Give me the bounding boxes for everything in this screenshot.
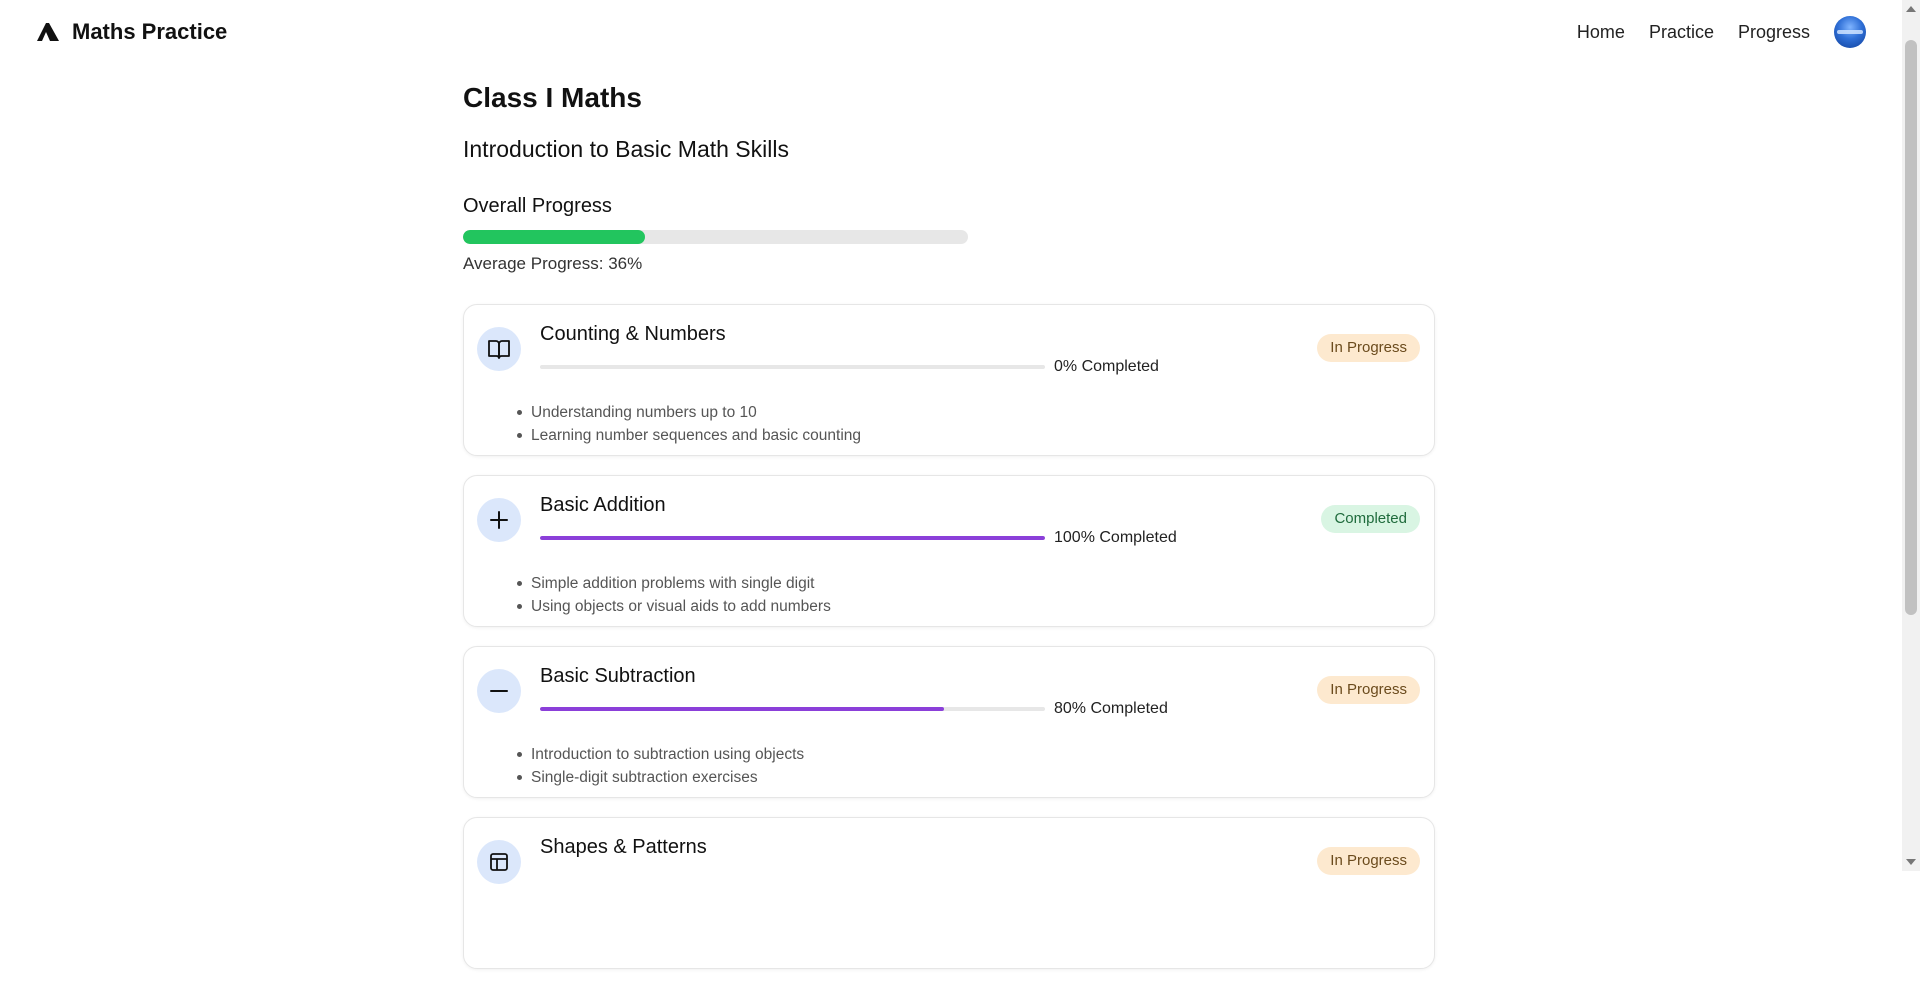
- topic-title: Shapes & Patterns: [540, 836, 707, 858]
- nav-progress-link[interactable]: Progress: [1738, 22, 1810, 43]
- page-subtitle: Introduction to Basic Math Skills: [463, 136, 789, 162]
- topic-card[interactable]: Basic Addition 100% Completed Completed …: [463, 475, 1435, 627]
- topic-card[interactable]: Shapes & Patterns In Progress: [463, 817, 1435, 969]
- topic-card[interactable]: Basic Subtraction 80% Completed In Progr…: [463, 646, 1435, 798]
- topic-title: Basic Subtraction: [540, 665, 696, 687]
- list-item: Simple addition problems with single dig…: [517, 572, 831, 595]
- scroll-thumb[interactable]: [1905, 40, 1917, 615]
- topic-progress-fill: [540, 707, 944, 711]
- status-badge: In Progress: [1317, 676, 1420, 704]
- book-open-icon: [477, 327, 521, 371]
- top-navbar: Maths Practice Home Practice Progress: [0, 0, 1902, 64]
- topic-percent-text: 0% Completed: [1054, 358, 1159, 375]
- layout-icon: [477, 840, 521, 884]
- topic-progress-bar: [540, 536, 1045, 540]
- nav-home-link[interactable]: Home: [1577, 22, 1625, 43]
- page-scrollbar[interactable]: [1902, 0, 1920, 871]
- topic-card[interactable]: Counting & Numbers 0% Completed In Progr…: [463, 304, 1435, 456]
- list-item: Single-digit subtraction exercises: [516, 766, 804, 789]
- brand-name: Maths Practice: [72, 19, 228, 44]
- page-title: Class I Maths: [463, 82, 642, 113]
- scroll-down-arrow-icon[interactable]: [1906, 859, 1916, 865]
- plus-icon: [477, 498, 521, 542]
- list-item: Introduction to subtraction using object…: [516, 743, 804, 766]
- overall-progress-bar: [463, 230, 968, 244]
- topic-progress-bar: [540, 365, 1045, 369]
- topic-points: Introduction to subtraction using object…: [516, 743, 804, 789]
- topic-points: Simple addition problems with single dig…: [517, 572, 831, 618]
- overall-progress-fill: [463, 230, 645, 244]
- brand[interactable]: Maths Practice: [36, 19, 227, 45]
- main-content: Class I Maths Introduction to Basic Math…: [463, 64, 1437, 988]
- list-item: Learning number sequences and basic coun…: [516, 424, 861, 447]
- topic-progress-bar: [540, 707, 1045, 711]
- list-item: Understanding numbers up to 10: [516, 401, 861, 424]
- topic-title: Counting & Numbers: [540, 323, 726, 345]
- status-badge: In Progress: [1317, 334, 1420, 362]
- minus-icon: [477, 669, 521, 713]
- topic-list: Counting & Numbers 0% Completed In Progr…: [463, 304, 1437, 969]
- main-nav: Home Practice Progress: [1577, 16, 1866, 48]
- logo-icon: [36, 22, 60, 42]
- nav-practice-link[interactable]: Practice: [1649, 22, 1714, 43]
- topic-title: Basic Addition: [540, 494, 666, 516]
- topic-points: Understanding numbers up to 10 Learning …: [516, 401, 861, 447]
- status-badge: Completed: [1321, 505, 1420, 533]
- average-progress-text: Average Progress: 36%: [463, 254, 643, 273]
- list-item: Using objects or visual aids to add numb…: [517, 595, 831, 618]
- scroll-up-arrow-icon[interactable]: [1906, 6, 1916, 12]
- topic-percent-text: 100% Completed: [1054, 529, 1177, 546]
- overall-progress-label: Overall Progress: [463, 195, 612, 217]
- topic-progress-fill: [540, 536, 1045, 540]
- avatar[interactable]: [1834, 16, 1866, 48]
- topic-percent-text: 80% Completed: [1054, 700, 1168, 717]
